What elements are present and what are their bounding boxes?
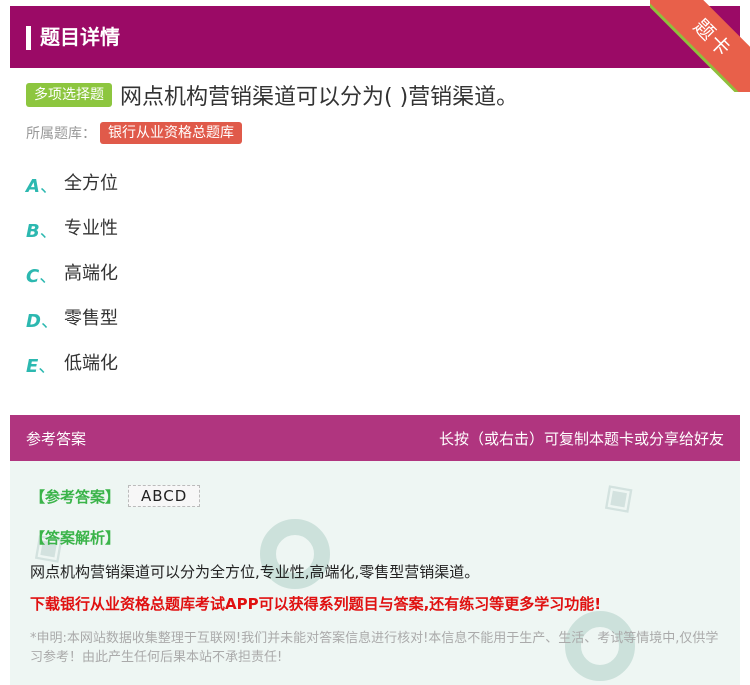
option-letter: A、 (26, 176, 58, 197)
option-item[interactable]: E、 低端化 (26, 352, 118, 397)
option-text: 专业性 (64, 218, 118, 239)
option-item[interactable]: A、 全方位 (26, 172, 118, 217)
header-bar: 题目详情 (10, 6, 740, 68)
answer-header-title: 参考答案 (26, 430, 87, 448)
answer-panel: ◈ ◈ 【参考答案】 ABCD 【答案解析】 网点机构营销渠道可以分为全方位,专… (10, 461, 740, 685)
option-text: 全方位 (64, 173, 118, 194)
app-promo-link[interactable]: 下载银行从业资格总题库考试APP可以获得系列题目与答案,还有练习等更多学习功能! (30, 593, 601, 614)
answer-row: 【参考答案】 ABCD (30, 485, 201, 507)
header-accent (26, 26, 31, 50)
option-letter: B、 (26, 221, 58, 242)
option-item[interactable]: C、 高端化 (26, 262, 118, 307)
question-bank-row: 所属题库： 银行从业资格总题库 (26, 121, 242, 145)
options-list: A、 全方位 B、 专业性 C、 高端化 D、 零售型 E、 低端化 (26, 172, 118, 397)
option-item[interactable]: D、 零售型 (26, 307, 118, 352)
answer-header: 参考答案 长按（或右击）可复制本题卡或分享给好友 (10, 415, 740, 461)
analysis-text: 网点机构营销渠道可以分为全方位,专业性,高端化,零售型营销渠道。 (30, 563, 480, 581)
disclaimer-text: *申明:本网站数据收集整理于互联网!我们并未能对答案信息进行核对!本信息不能用于… (30, 631, 719, 665)
option-letter: D、 (26, 311, 59, 332)
answer-tag: 【参考答案】 (30, 487, 121, 506)
question-bank-link[interactable]: 银行从业资格总题库 (100, 122, 242, 144)
question-text: 网点机构营销渠道可以分为( )营销渠道。 (120, 85, 519, 110)
option-item[interactable]: B、 专业性 (26, 217, 118, 262)
page-title: 题目详情 (40, 25, 120, 49)
question-bank-label: 所属题库： (26, 126, 96, 142)
ribbon-label: 题卡 (650, 0, 750, 92)
corner-ribbon: 题卡 (650, 0, 750, 92)
answer-value[interactable]: ABCD (128, 485, 201, 507)
option-text: 零售型 (64, 308, 118, 329)
option-letter: E、 (26, 356, 57, 377)
share-hint: 长按（或右击）可复制本题卡或分享给好友 (438, 430, 724, 448)
option-text: 高端化 (64, 263, 118, 284)
analysis-tag: 【答案解析】 (30, 529, 121, 547)
option-text: 低端化 (64, 353, 118, 374)
question-row: 多项选择题 网点机构营销渠道可以分为( )营销渠道。 (26, 78, 518, 112)
option-letter: C、 (26, 266, 58, 287)
watermark-glyph-icon: ◈ (588, 465, 646, 528)
question-type-badge: 多项选择题 (26, 83, 112, 107)
